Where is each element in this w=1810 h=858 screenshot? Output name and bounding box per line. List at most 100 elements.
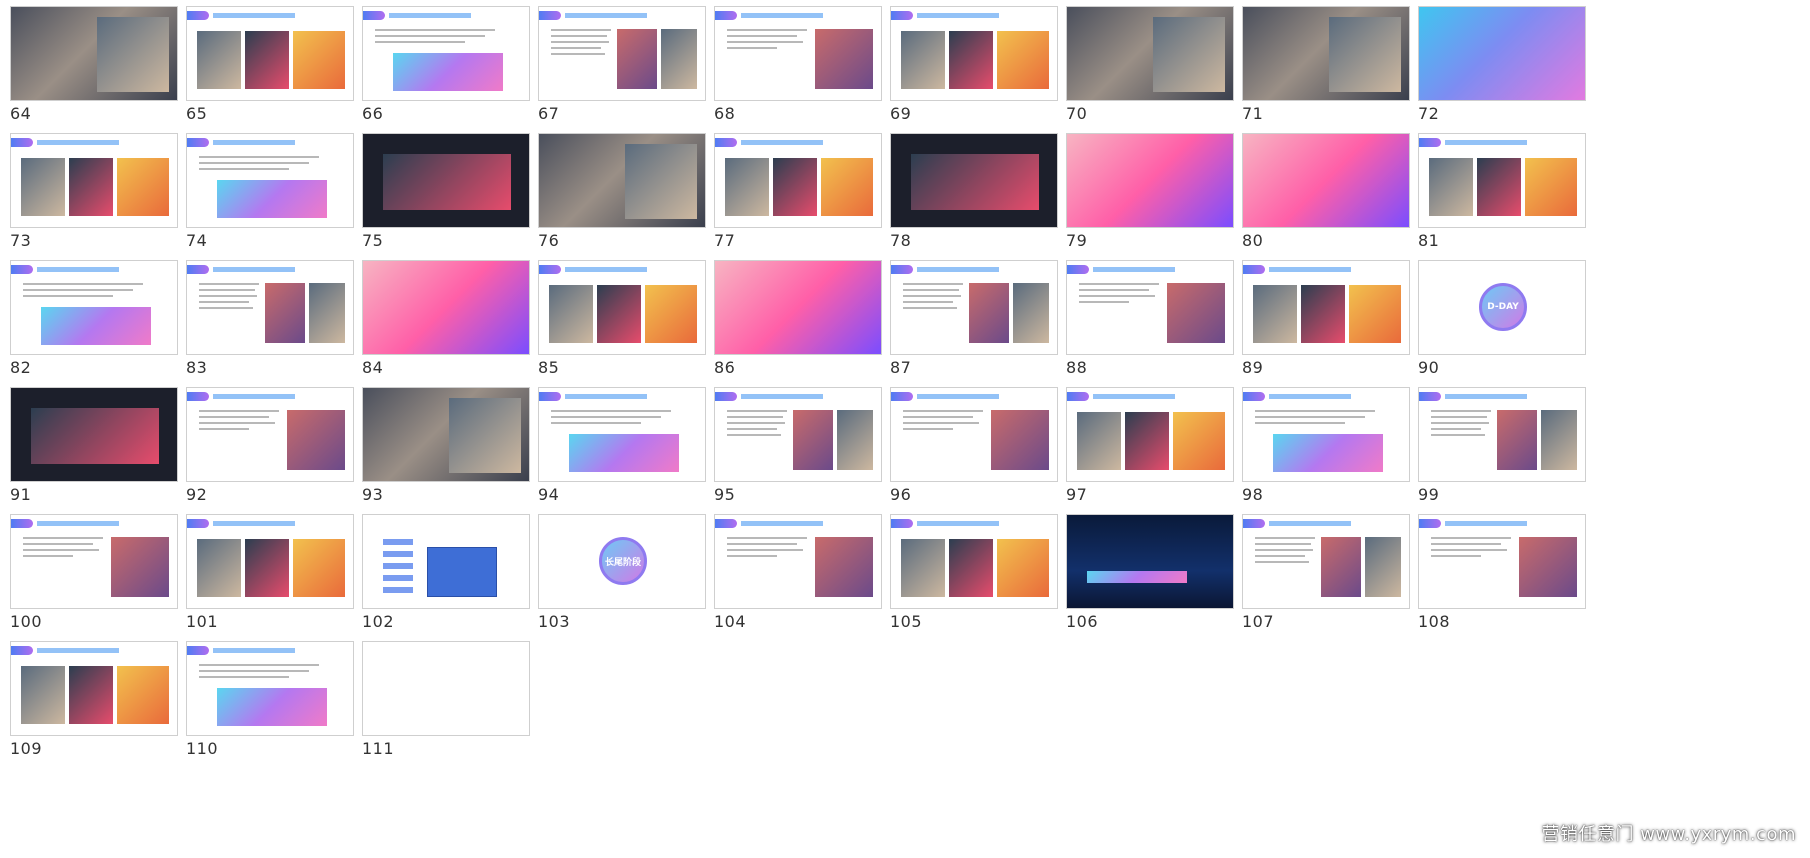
slide-thumbnail-71[interactable]: 71	[1232, 0, 1410, 140]
text-line	[1079, 283, 1159, 285]
slide-frame	[714, 387, 882, 482]
slide-thumbnail-78[interactable]: 78	[880, 127, 1058, 267]
slide-number: 111	[362, 739, 395, 758]
slide-number: 67	[538, 104, 560, 123]
slide-header	[715, 392, 881, 401]
slide-thumbnail-69[interactable]: 69	[880, 0, 1058, 140]
slide-thumbnail-87[interactable]: 87	[880, 254, 1058, 394]
slide-thumbnail-105[interactable]: 105	[880, 508, 1058, 648]
slide-thumbnail-68[interactable]: 68	[704, 0, 882, 140]
slide-thumbnail-88[interactable]: 88	[1056, 254, 1234, 394]
slide-frame	[1418, 387, 1586, 482]
slide-thumbnail-82[interactable]: 82	[0, 254, 178, 394]
slide-thumbnail-93[interactable]: 93	[352, 381, 530, 521]
slide-thumbnail-81[interactable]: 81	[1408, 127, 1586, 267]
slide-thumbnail-107[interactable]: 107	[1232, 508, 1410, 648]
slide-number: 73	[10, 231, 32, 250]
slide-frame	[186, 6, 354, 101]
slide-header	[187, 646, 353, 655]
slide-thumbnail-92[interactable]: 92	[176, 381, 354, 521]
slide-thumbnail-70[interactable]: 70	[1056, 0, 1234, 140]
image-placeholder	[293, 31, 345, 89]
slide-thumbnail-90[interactable]: D-DAY 90	[1408, 254, 1586, 394]
image-placeholder	[949, 31, 993, 89]
section-tag	[1067, 392, 1089, 401]
text-line	[727, 422, 785, 424]
slide-header	[1067, 392, 1233, 401]
slide-thumbnail-80[interactable]: 80	[1232, 127, 1410, 267]
diagram-step	[383, 563, 413, 569]
slide-thumbnail-64[interactable]: 64	[0, 0, 178, 140]
diagram-box	[427, 547, 497, 597]
slide-thumbnail-96[interactable]: 96	[880, 381, 1058, 521]
image-placeholder	[1173, 412, 1225, 470]
title-bar	[1269, 267, 1351, 272]
slide-thumbnail-100[interactable]: 100	[0, 508, 178, 648]
section-tag	[1243, 392, 1265, 401]
slide-number: 105	[890, 612, 923, 631]
slide-thumbnail-108[interactable]: 108	[1408, 508, 1586, 648]
slide-thumbnail-98[interactable]: 98	[1232, 381, 1410, 521]
title-bar	[213, 394, 295, 399]
slide-thumbnail-101[interactable]: 101	[176, 508, 354, 648]
image-placeholder	[837, 410, 873, 470]
text-line	[727, 537, 807, 539]
slide-thumbnail-84[interactable]: 84	[352, 254, 530, 394]
slide-thumbnail-67[interactable]: 67	[528, 0, 706, 140]
slide-frame	[186, 133, 354, 228]
slide-thumbnail-75[interactable]: 75	[352, 127, 530, 267]
title-bar	[741, 521, 823, 526]
image-placeholder	[197, 31, 241, 89]
slide-thumbnail-111[interactable]: KEEP IN TOUCH 111	[352, 635, 530, 775]
slide-thumbnail-94[interactable]: 94	[528, 381, 706, 521]
slide-number: 97	[1066, 485, 1088, 504]
slide-thumbnail-73[interactable]: 73	[0, 127, 178, 267]
slide-thumbnail-77[interactable]: 77	[704, 127, 882, 267]
slide-header	[187, 265, 353, 274]
text-line	[199, 416, 269, 418]
text-line	[727, 555, 777, 557]
slide-thumbnail-76[interactable]: 76	[528, 127, 706, 267]
slide-thumbnail-74[interactable]: 74	[176, 127, 354, 267]
slide-thumbnail-86[interactable]: 86	[704, 254, 882, 394]
slide-thumbnail-110[interactable]: 110	[176, 635, 354, 775]
slide-thumbnail-89[interactable]: 89	[1232, 254, 1410, 394]
slide-frame	[10, 260, 178, 355]
image-placeholder	[245, 539, 289, 597]
slide-thumbnail-106[interactable]: 106	[1056, 508, 1234, 648]
text-line	[551, 53, 605, 55]
slide-number: 93	[362, 485, 384, 504]
slide-number: 89	[1242, 358, 1264, 377]
slide-frame	[186, 514, 354, 609]
slide-thumbnail-85[interactable]: 85	[528, 254, 706, 394]
slide-frame	[1242, 133, 1410, 228]
slide-number: 69	[890, 104, 912, 123]
slide-thumbnail-102[interactable]: 102	[352, 508, 530, 648]
section-tag	[715, 138, 737, 147]
title-bar	[37, 521, 119, 526]
slide-thumbnail-97[interactable]: 97	[1056, 381, 1234, 521]
image-placeholder	[117, 666, 169, 724]
slide-thumbnail-91[interactable]: 91	[0, 381, 178, 521]
text-line	[551, 29, 611, 31]
slide-thumbnail-99[interactable]: 99	[1408, 381, 1586, 521]
slide-thumbnail-103[interactable]: 长尾阶段 103	[528, 508, 706, 648]
text-line	[199, 670, 309, 672]
slide-number: 87	[890, 358, 912, 377]
slide-number: 100	[10, 612, 43, 631]
slide-thumbnail-104[interactable]: 104	[704, 508, 882, 648]
slide-frame	[1242, 260, 1410, 355]
slide-thumbnail-72[interactable]: 72	[1408, 0, 1586, 140]
image-placeholder	[197, 539, 241, 597]
slide-thumbnail-83[interactable]: 83	[176, 254, 354, 394]
slide-thumbnail-79[interactable]: 79	[1056, 127, 1234, 267]
slide-thumbnail-109[interactable]: 109	[0, 635, 178, 775]
slide-thumbnail-95[interactable]: 95	[704, 381, 882, 521]
slide-header	[891, 265, 1057, 274]
slide-frame: D-DAY	[1418, 260, 1586, 355]
slide-thumbnail-66[interactable]: 66	[352, 0, 530, 140]
slide-header	[187, 11, 353, 20]
image-placeholder	[97, 17, 169, 92]
slide-thumbnail-65[interactable]: 65	[176, 0, 354, 140]
slide-number: 78	[890, 231, 912, 250]
